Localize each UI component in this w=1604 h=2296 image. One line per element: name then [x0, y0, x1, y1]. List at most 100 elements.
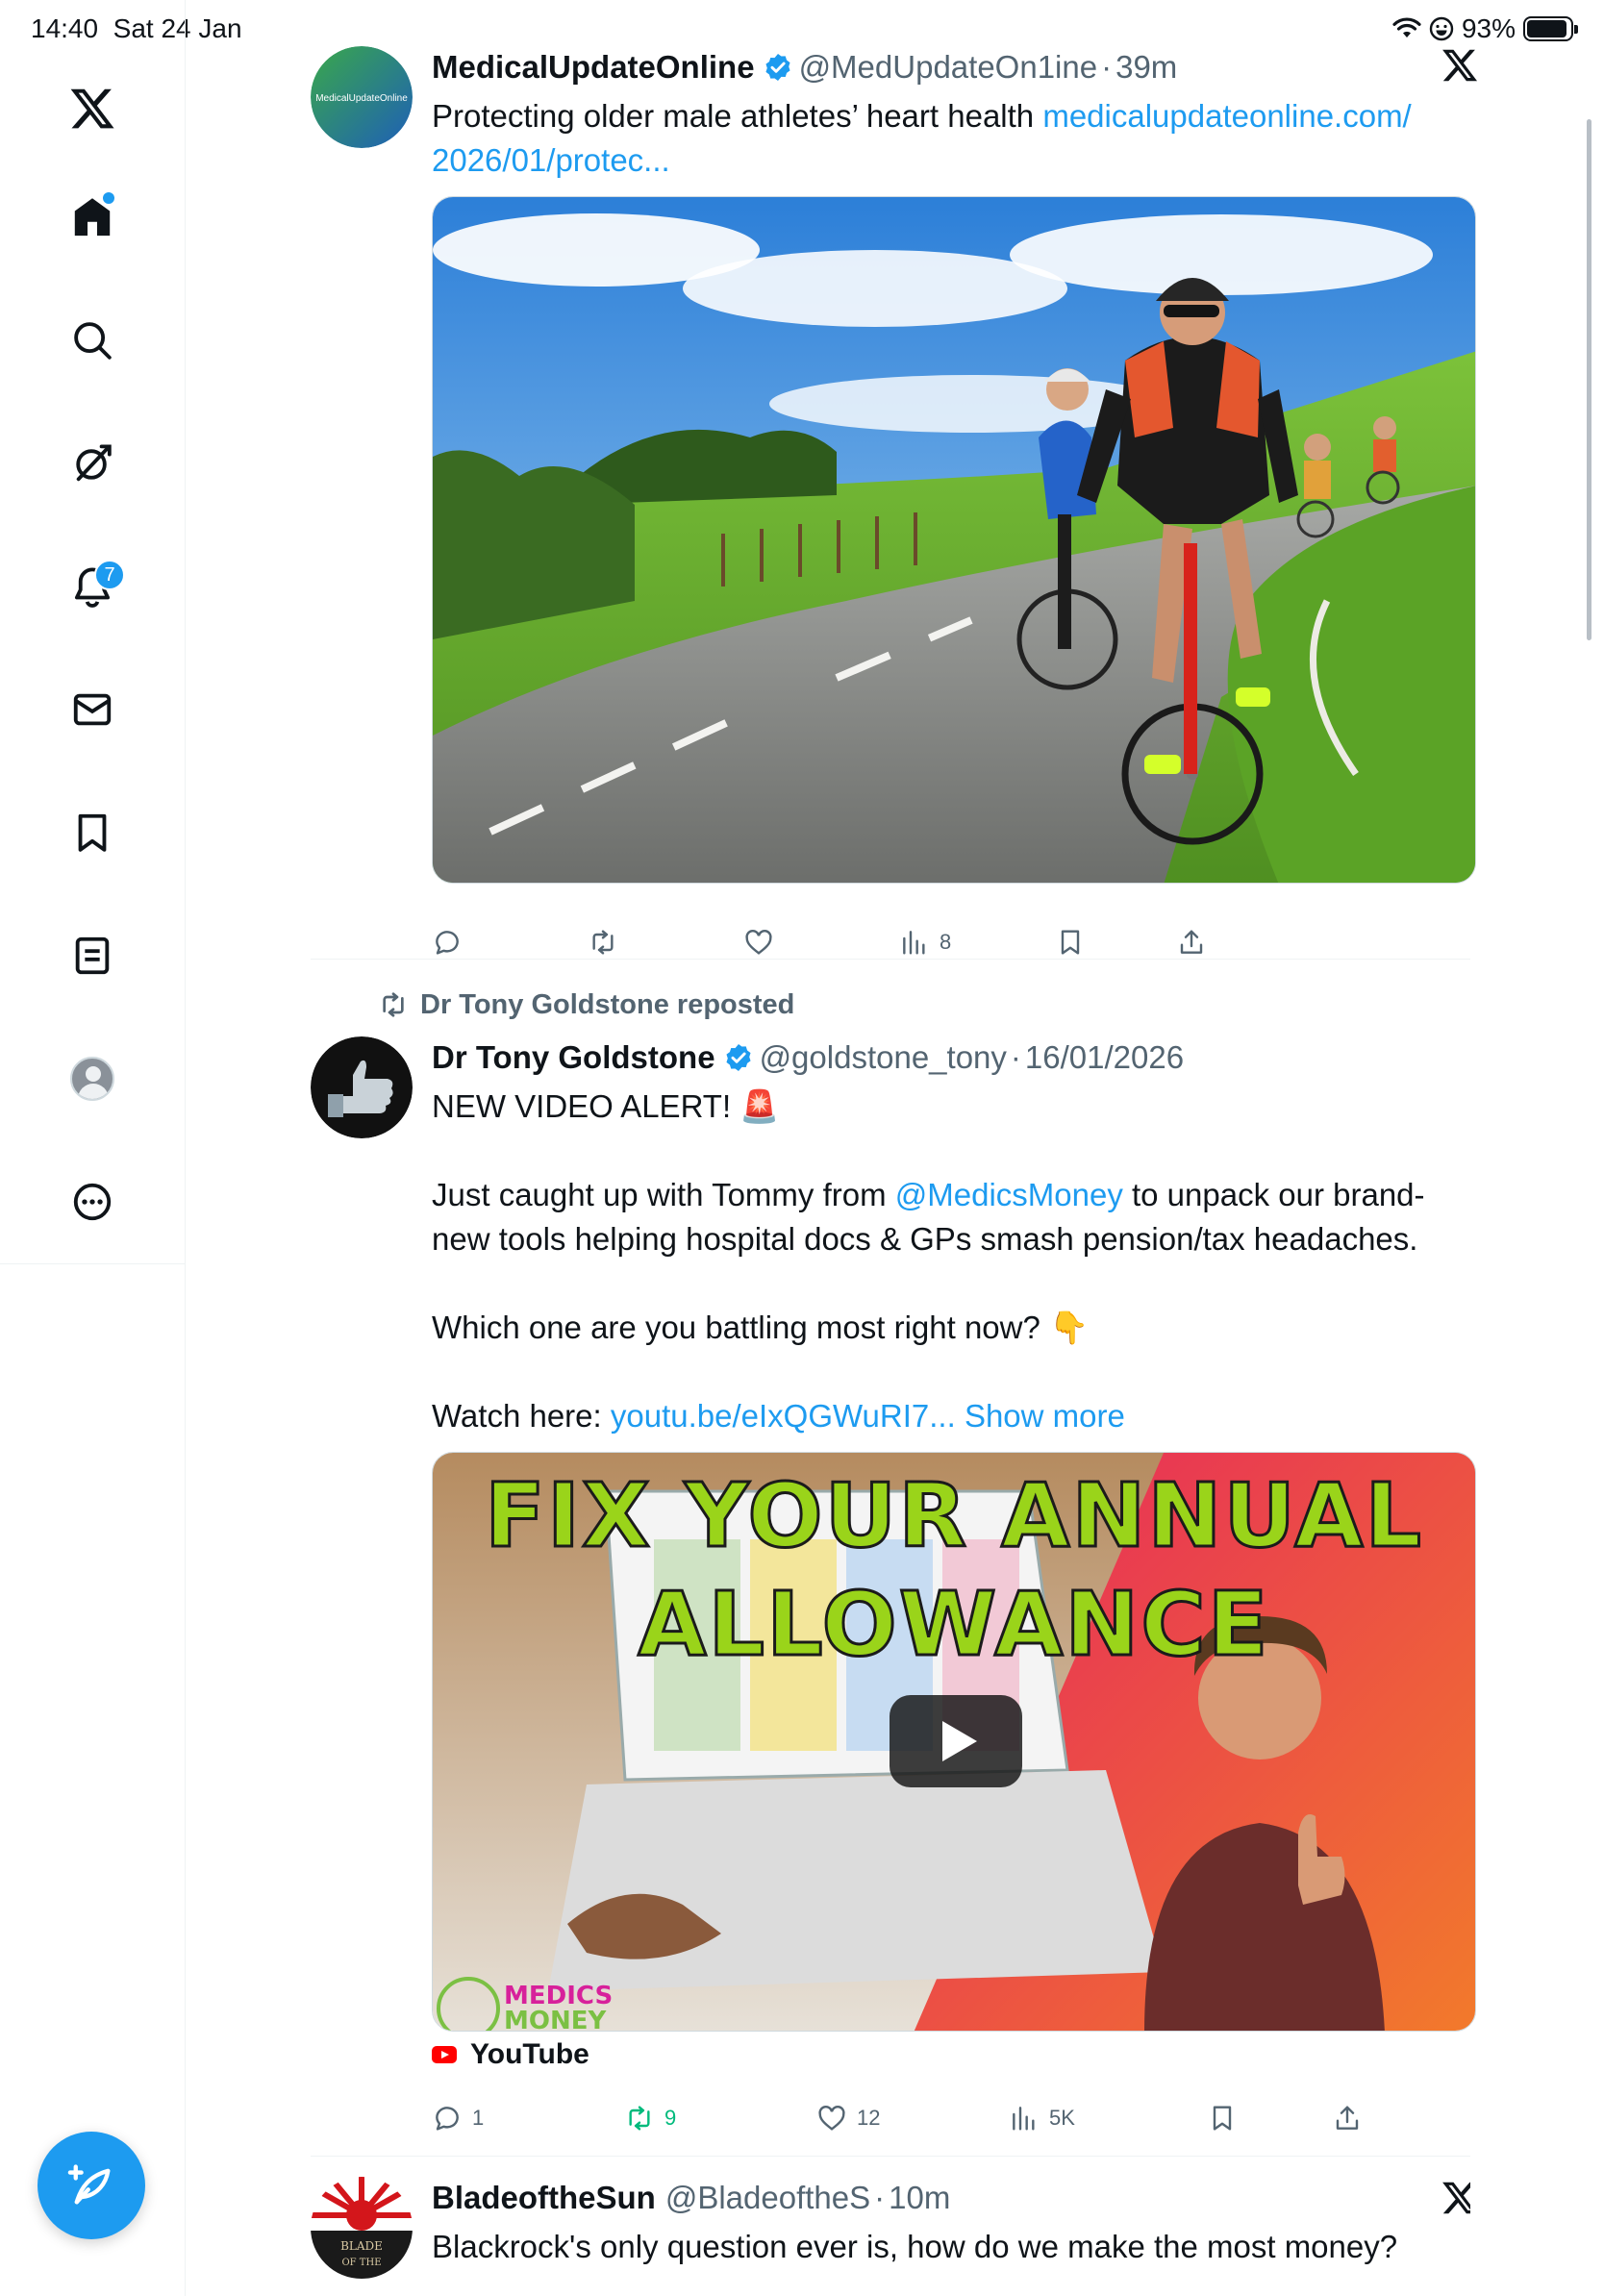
tweet-link-continued[interactable]: 2026/01/protec... [432, 142, 670, 178]
youtube-link[interactable]: youtu.be/eIxQGWuRI7... [611, 1398, 956, 1434]
share-button[interactable] [1332, 2095, 1363, 2141]
tweet-text-part: Just caught up with Tommy from [432, 1177, 895, 1212]
avatar[interactable] [311, 1036, 413, 1138]
tweet-divider [311, 959, 1470, 960]
tweet-text: Protecting older male athletes’ heart he… [432, 94, 1476, 183]
share-icon [1180, 930, 1203, 954]
medics-money-logo: MEDICS MONEY [437, 1977, 614, 2032]
search-icon [74, 322, 112, 360]
views-chart-icon [903, 931, 925, 955]
youtube-video-card[interactable]: FIX YOUR ANNUAL ALLOWANCE MEDICS MONEY [432, 1452, 1476, 2032]
cyclists-photo [433, 197, 1475, 883]
tweet-text-body: Protecting older male athletes’ heart he… [432, 98, 1043, 134]
reply-button[interactable]: 1 [432, 2095, 484, 2141]
envelope-icon [73, 693, 112, 726]
tweet-image-cyclists[interactable] [432, 196, 1476, 884]
verified-badge-icon [726, 1044, 751, 1071]
avatar [70, 1057, 114, 1101]
show-more-link[interactable]: Show more [965, 1398, 1125, 1434]
sidebar-item-messages[interactable] [54, 671, 131, 748]
sidebar-item-notifications[interactable]: 7 [54, 548, 131, 625]
repost-context-label: Dr Tony Goldstone reposted [420, 988, 795, 1020]
tweet-medicalupdateonline[interactable]: MedicalUpdateOnline MedicalUpdateOnline … [311, 46, 1478, 960]
sidebar-item-grok[interactable] [54, 425, 131, 502]
tweet-bladeofthesun[interactable]: BLADE OF THE BladeoftheSun @BladeoftheS … [311, 2177, 1470, 2296]
display-name[interactable]: Dr Tony Goldstone [432, 1039, 715, 1076]
bladeofthesun-avatar-image: BLADE OF THE [311, 2177, 413, 2279]
like-count: 12 [857, 2106, 881, 2130]
tweet-text-paragraph: Just caught up with Tommy from @MedicsMo… [432, 1173, 1476, 1261]
tweet-header: Dr Tony Goldstone @goldstone_tony · 16/0… [432, 1036, 1476, 1079]
list-icon [75, 936, 110, 975]
tweet-text-watch: Watch here: youtu.be/eIxQGWuRI7... Show … [432, 1394, 1476, 1438]
sidebar-item-explore[interactable] [54, 302, 131, 379]
repost-icon [592, 930, 614, 955]
user-handle[interactable]: @MedUpdateOn1ine [799, 49, 1098, 86]
display-name[interactable]: MedicalUpdateOnline [432, 49, 755, 86]
tweet-content: BladeoftheSun @BladeoftheS · 10m Blackro… [432, 2177, 1470, 2269]
verified-badge-icon [765, 54, 790, 81]
tweet-goldstone[interactable]: Dr Tony Goldstone @goldstone_tony · 16/0… [311, 1036, 1476, 2133]
repost-button[interactable]: 9 [624, 2095, 676, 2141]
tweet-link[interactable]: medicalupdateonline.com/ [1042, 98, 1411, 134]
tweet-text: Blackrock's only question ever is, how d… [432, 2229, 1398, 2264]
x-source-icon [1441, 2179, 1470, 2217]
mention-link[interactable]: @MedicsMoney [895, 1177, 1123, 1212]
separator-dot: · [1101, 49, 1113, 85]
video-title-line1: FIX YOUR ANNUAL [483, 1463, 1424, 1569]
display-name[interactable]: BladeoftheSun [432, 2180, 656, 2216]
separator-dot: · [1010, 1039, 1021, 1075]
tweet-header: MedicalUpdateOnline @MedUpdateOn1ine · 3… [432, 46, 1476, 88]
avatar-logo-text: MedicalUpdateOnline [315, 93, 408, 104]
grok-icon [76, 444, 112, 482]
logo-text-line2: MONEY [504, 2007, 607, 2032]
goldstone-avatar-thumbs-up-image [311, 1036, 413, 1138]
tweet-divider [311, 2156, 1470, 2157]
user-handle[interactable]: @BladeoftheS [665, 2180, 870, 2216]
sidebar-item-bookmarks[interactable] [54, 794, 131, 871]
sidebar-divider [0, 1263, 186, 1264]
timestamp[interactable]: 39m [1115, 49, 1177, 86]
repost-context[interactable]: Dr Tony Goldstone reposted [378, 986, 794, 1024]
repost-icon [629, 2106, 650, 2131]
repost-count: 9 [664, 2106, 677, 2130]
bookmark-button[interactable] [1207, 2095, 1238, 2141]
sidebar-item-home[interactable] [54, 179, 131, 256]
timestamp[interactable]: 16/01/2026 [1025, 1039, 1184, 1076]
timestamp[interactable]: 10m [889, 2180, 950, 2216]
home-timeline[interactable]: MedicalUpdateOnline MedicalUpdateOnline … [186, 0, 1604, 2296]
sidebar-item-more[interactable] [54, 1163, 131, 1240]
link-source[interactable]: YouTube [432, 2038, 589, 2071]
x-source-icon [1441, 46, 1479, 85]
views-count: 5K [1049, 2106, 1075, 2130]
bookmark-icon [1061, 930, 1080, 955]
reply-icon [436, 2107, 459, 2131]
feed-scrollbar[interactable] [1587, 119, 1591, 640]
more-icon [73, 1183, 112, 1221]
like-button[interactable]: 12 [816, 2095, 880, 2141]
logo-text-line1: MEDICS [504, 1982, 614, 2010]
medicalupdateonline-avatar-image: MedicalUpdateOnline [311, 46, 413, 148]
play-button[interactable] [890, 1695, 1022, 1787]
avatar[interactable]: BLADE OF THE [311, 2177, 413, 2279]
repost-indicator-icon [383, 992, 404, 1017]
user-handle[interactable]: @goldstone_tony [760, 1039, 1007, 1076]
x-logo[interactable] [54, 70, 131, 147]
views-count: 8 [940, 930, 952, 954]
compose-post-button[interactable] [38, 2132, 145, 2239]
sidebar-item-profile[interactable] [54, 1040, 131, 1117]
share-icon [1336, 2106, 1359, 2130]
avatar-text-line1: BLADE [340, 2239, 383, 2253]
tweet-text: NEW VIDEO ALERT! 🚨 Just caught up with T… [432, 1085, 1476, 1438]
notifications-badge: 7 [94, 560, 125, 590]
avatar-text-line2: OF THE [341, 2258, 381, 2268]
home-unread-dot [103, 192, 114, 204]
bookmark-icon [1213, 2106, 1232, 2131]
reply-icon [436, 931, 459, 955]
x-logo-icon [70, 88, 114, 129]
heart-icon [745, 930, 772, 955]
video-title-line2: ALLOWANCE [637, 1572, 1270, 1678]
views-button[interactable]: 5K [1009, 2095, 1075, 2141]
sidebar-item-lists[interactable] [54, 917, 131, 994]
avatar[interactable]: MedicalUpdateOnline [311, 46, 413, 148]
